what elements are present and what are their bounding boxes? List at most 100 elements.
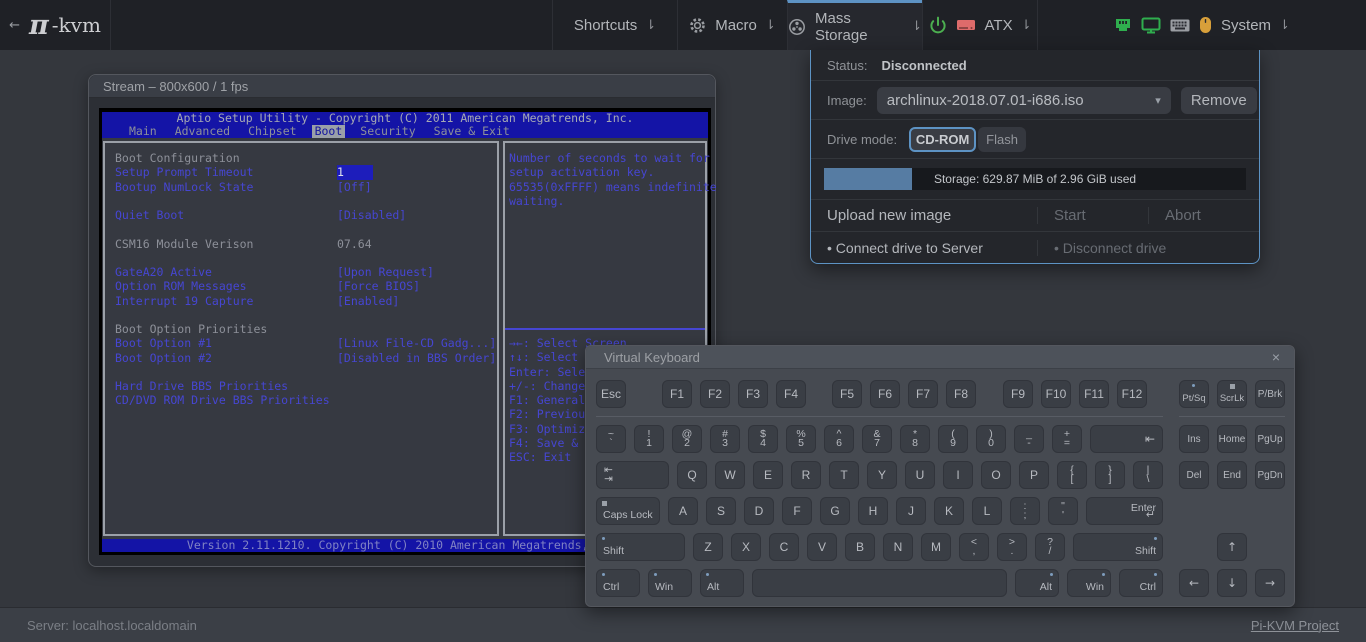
abort-upload-button[interactable]: Abort [1148,207,1259,224]
key-bracket-left[interactable]: {[ [1057,461,1087,489]
menu-item-system[interactable]: System ⇂ [1037,0,1366,50]
logo[interactable]: ← π -kvm [0,0,111,50]
key-equal[interactable]: += [1052,425,1082,453]
key-shift-right[interactable]: Shift [1073,533,1163,561]
key-shift-left[interactable]: Shift [596,533,685,561]
remove-button[interactable]: Remove [1181,87,1257,114]
key-win-left[interactable]: Win [648,569,692,597]
key-n[interactable]: N [883,533,913,561]
key-u[interactable]: U [905,461,935,489]
image-select[interactable]: archlinux-2018.07.01-i686.iso ▾ [877,87,1171,114]
key-win-right[interactable]: Win [1067,569,1111,597]
start-upload-button[interactable]: Start [1037,207,1148,224]
key-f6[interactable]: F6 [870,380,900,408]
key-d[interactable]: D [744,497,774,525]
close-icon[interactable]: × [1272,349,1280,365]
key-l[interactable]: L [972,497,1002,525]
key-8[interactable]: *8 [900,425,930,453]
key-t[interactable]: T [829,461,859,489]
key-9[interactable]: (9 [938,425,968,453]
key-5[interactable]: %5 [786,425,816,453]
key-esc[interactable]: Esc [596,380,626,408]
key-arrow-down[interactable]: ↓ [1217,569,1247,597]
key-a[interactable]: A [668,497,698,525]
key-g[interactable]: G [820,497,850,525]
key-backspace[interactable]: ⇤ [1090,425,1163,453]
key-backslash[interactable]: |\ [1133,461,1163,489]
key-f[interactable]: F [782,497,812,525]
key-arrow-left[interactable]: ← [1179,569,1209,597]
key-c[interactable]: C [769,533,799,561]
key-alt-left[interactable]: Alt [700,569,744,597]
key-f5[interactable]: F5 [832,380,862,408]
key-4[interactable]: $4 [748,425,778,453]
flash-mode-button[interactable]: Flash [978,127,1026,152]
key-3[interactable]: #3 [710,425,740,453]
cdrom-mode-button[interactable]: CD-ROM [909,127,976,152]
key-f7[interactable]: F7 [908,380,938,408]
key-f4[interactable]: F4 [776,380,806,408]
key-delete[interactable]: Del [1179,461,1209,489]
key-end[interactable]: End [1217,461,1247,489]
key-y[interactable]: Y [867,461,897,489]
key-page-down[interactable]: PgDn [1255,461,1285,489]
key-7[interactable]: &7 [862,425,892,453]
key-v[interactable]: V [807,533,837,561]
key-alt-right[interactable]: Alt [1015,569,1059,597]
key-s[interactable]: S [706,497,736,525]
back-arrow-icon[interactable]: ← [9,18,20,33]
key-insert[interactable]: Ins [1179,425,1209,453]
key-bracket-right[interactable]: }] [1095,461,1125,489]
menu-item-mass-storage[interactable]: Mass Storage ⇂ [787,0,922,50]
key-b[interactable]: B [845,533,875,561]
key-semicolon[interactable]: :; [1010,497,1040,525]
key-ctrl-right[interactable]: Ctrl [1119,569,1163,597]
key-j[interactable]: J [896,497,926,525]
menu-item-atx[interactable]: ATX ⇂ [922,0,1037,50]
key-p[interactable]: P [1019,461,1049,489]
key-h[interactable]: H [858,497,888,525]
key-6[interactable]: ^6 [824,425,854,453]
key-arrow-right[interactable]: → [1255,569,1285,597]
key-f9[interactable]: F9 [1003,380,1033,408]
key-2[interactable]: @2 [672,425,702,453]
pikvm-project-link[interactable]: Pi-KVM Project [1251,618,1339,633]
key-o[interactable]: O [981,461,1011,489]
key-home[interactable]: Home [1217,425,1247,453]
key-m[interactable]: M [921,533,951,561]
key-f10[interactable]: F10 [1041,380,1071,408]
stream-window-titlebar[interactable]: Stream – 800x600 / 1 fps [89,75,715,98]
key-comma[interactable]: <, [959,533,989,561]
key-enter[interactable]: Enter↵ [1086,497,1163,525]
key-f2[interactable]: F2 [700,380,730,408]
connect-drive-button[interactable]: • Connect drive to Server [811,240,1037,256]
disconnect-drive-button[interactable]: • Disconnect drive [1037,240,1259,256]
key-x[interactable]: X [731,533,761,561]
key-1[interactable]: !1 [634,425,664,453]
key-i[interactable]: I [943,461,973,489]
key-f11[interactable]: F11 [1079,380,1109,408]
key-pause-break[interactable]: P/Brk [1255,380,1285,408]
key-f3[interactable]: F3 [738,380,768,408]
key-minus[interactable]: _- [1014,425,1044,453]
key-f1[interactable]: F1 [662,380,692,408]
key-0[interactable]: )0 [976,425,1006,453]
key-slash[interactable]: ?/ [1035,533,1065,561]
key-ctrl-left[interactable]: Ctrl [596,569,640,597]
key-scroll-lock[interactable]: ScrLk [1217,380,1247,408]
key-arrow-up[interactable]: ↑ [1217,533,1247,561]
key-q[interactable]: Q [677,461,707,489]
keyboard-titlebar[interactable]: Virtual Keyboard × [586,346,1294,369]
key-backquote[interactable]: ~` [596,425,626,453]
menu-item-macro[interactable]: Macro ⇂ [677,0,787,50]
key-e[interactable]: E [753,461,783,489]
key-r[interactable]: R [791,461,821,489]
upload-new-image-button[interactable]: Upload new image [811,207,1037,224]
key-quote[interactable]: "' [1048,497,1078,525]
key-f8[interactable]: F8 [946,380,976,408]
key-k[interactable]: K [934,497,964,525]
key-space[interactable] [752,569,1007,597]
key-tab[interactable]: ⇤⇥ [596,461,669,489]
menu-item-shortcuts[interactable]: Shortcuts ⇂ [552,0,677,50]
key-z[interactable]: Z [693,533,723,561]
